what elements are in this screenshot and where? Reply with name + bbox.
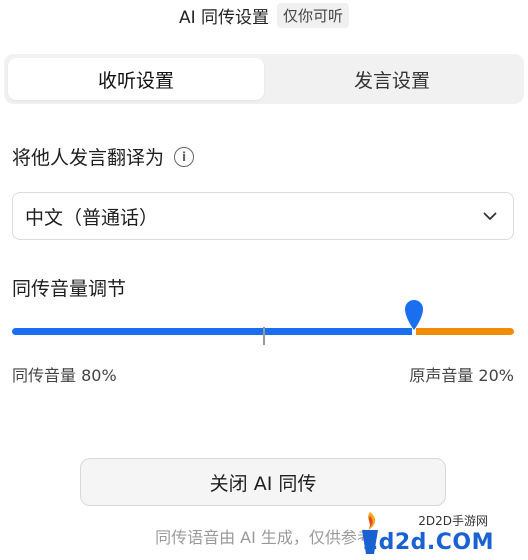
private-listen-badge: 仅你可听	[277, 2, 350, 28]
translate-target-label: 将他人发言翻译为	[12, 147, 165, 169]
info-icon[interactable]: i	[174, 146, 195, 167]
site-watermark: 2D2D手游网 2d2d.COM	[320, 508, 510, 560]
volume-balance-slider[interactable]	[12, 296, 514, 346]
panel-title: AI 同传设置	[178, 7, 270, 28]
chevron-down-icon	[481, 207, 499, 225]
interpretation-volume-track	[12, 328, 412, 335]
translate-target-label-row: 将他人发言翻译为 i	[12, 143, 195, 170]
watermark-domain: 2d2d.COM	[362, 530, 494, 555]
settings-tabs: 收听设置 发言设置	[4, 54, 524, 104]
tab-listen-settings[interactable]: 收听设置	[8, 58, 264, 100]
original-volume-caption: 原声音量 20%	[409, 366, 514, 385]
ai-interpretation-settings-panel: AI 同传设置 仅你可听 收听设置 发言设置 将他人发言翻译为 i 中文（普通话…	[0, 0, 528, 560]
watermark-site-name: 2D2D手游网	[418, 514, 488, 528]
close-ai-interpretation-button[interactable]: 关闭 AI 同传	[80, 458, 446, 506]
interpretation-volume-caption: 同传音量 80%	[12, 366, 117, 385]
target-language-value: 中文（普通话）	[25, 206, 159, 229]
original-volume-track	[416, 328, 514, 335]
panel-header: AI 同传设置 仅你可听	[0, 0, 528, 30]
target-language-select[interactable]: 中文（普通话）	[12, 192, 514, 240]
tab-speak-settings[interactable]: 发言设置	[264, 58, 520, 100]
slider-midpoint-tick	[263, 327, 265, 345]
slider-thumb[interactable]	[403, 298, 425, 332]
